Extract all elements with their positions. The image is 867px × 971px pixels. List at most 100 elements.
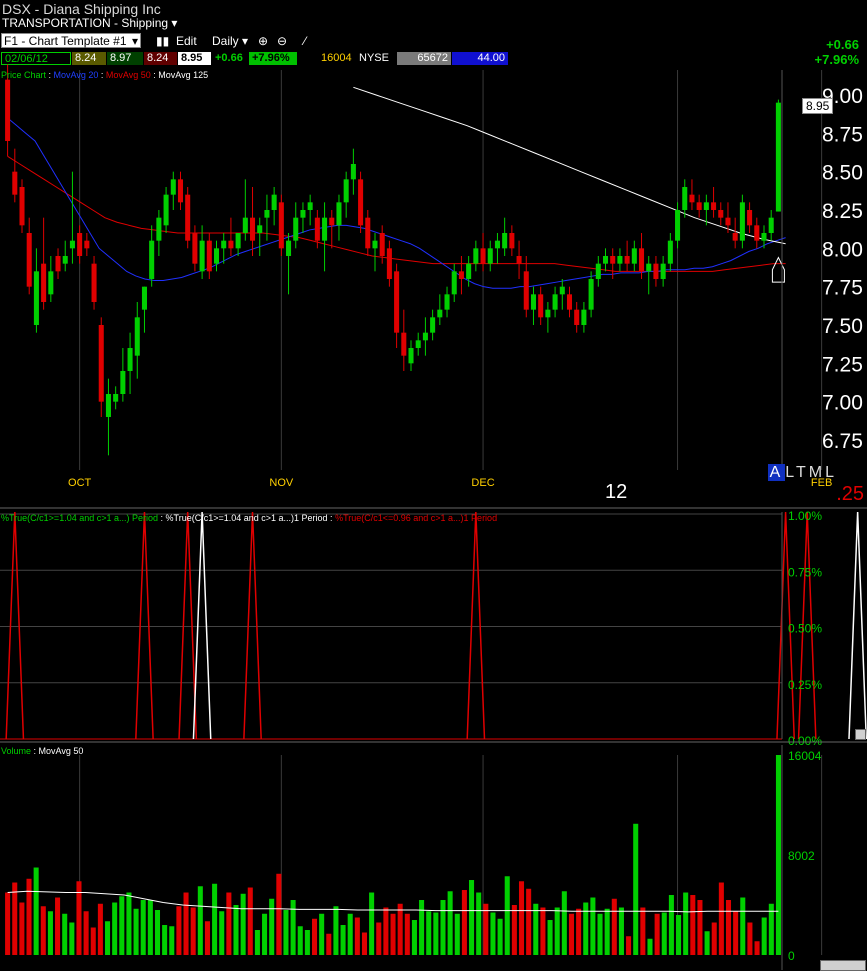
candle-body [494, 240, 500, 249]
volume-bar [97, 903, 103, 955]
candle-body [631, 248, 637, 264]
candle-body [170, 179, 176, 195]
volume-bar [711, 922, 717, 955]
volume-bar [568, 913, 574, 955]
indicator-axis: 1.00% 0.75% 0.50% 0.25% 0.00% [0, 509, 867, 748]
indicator-value: .25 [836, 483, 864, 505]
volume-bar [254, 930, 260, 955]
volume-bar [219, 911, 225, 955]
candle-body [278, 202, 284, 249]
letter-a[interactable]: A [767, 464, 786, 481]
volume-bar [518, 881, 525, 955]
indicator-tick-label: 0.25% [788, 678, 822, 692]
legend-indicator-c: %True(C/c1<=0.96 and c>1 a...)1 Period [335, 513, 498, 523]
letter-t[interactable]: T [796, 464, 809, 481]
price-tick-label: 7.50 [822, 315, 863, 338]
volume-bar [740, 897, 746, 955]
candle-body [358, 179, 364, 226]
candle-body [430, 317, 436, 333]
volume-bar [390, 913, 396, 955]
candle-body [343, 179, 349, 203]
candle-body [559, 286, 565, 295]
volume-bar [62, 913, 68, 955]
candle-body [415, 340, 421, 348]
candle-body [177, 179, 184, 203]
volume-bar [119, 896, 125, 955]
volume-bar [33, 867, 39, 955]
candle-body [113, 394, 119, 402]
candle-body [105, 394, 111, 417]
candle-body [213, 248, 220, 264]
indicator-spike-white [192, 511, 212, 740]
candle-body [422, 332, 428, 341]
candle-body [163, 194, 169, 226]
volume-bar [376, 922, 382, 955]
volume-bar [604, 908, 610, 955]
month-label: DEC [471, 477, 494, 489]
volume-bar [747, 922, 753, 955]
candle-body [675, 210, 681, 241]
month-label: OCT [68, 477, 92, 489]
candle-body [322, 217, 328, 241]
price-axis: 9.008.758.508.258.007.757.507.257.006.75… [0, 70, 867, 509]
candle-body [660, 263, 666, 279]
candle-body [451, 271, 457, 295]
volume-bar [690, 895, 696, 955]
volume-bar [204, 921, 210, 955]
legend-ma50: MovAvg 50 [105, 70, 151, 80]
legend-indicator-a: %True(C/c1>=1.04 and c>1 a...) Period [1, 513, 159, 523]
candle-body [5, 79, 11, 141]
letter-m[interactable]: M [809, 464, 825, 481]
candle-body [711, 202, 717, 210]
letter-l[interactable]: L [785, 464, 796, 481]
price-tick-label: 8.25 [822, 200, 863, 223]
volume-bar [576, 908, 582, 955]
volume-bar [419, 900, 425, 955]
volume-bar [133, 908, 139, 955]
volume-bar [440, 900, 446, 955]
legend-ma125: MovAvg 125 [158, 70, 209, 80]
volume-bar [397, 903, 403, 955]
candle-body [48, 271, 54, 295]
candle-body [192, 233, 198, 264]
volume-bar [319, 913, 325, 955]
volume-bar [511, 905, 517, 955]
indicator-letters[interactable]: A LTML [767, 464, 837, 482]
volume-bar [626, 936, 632, 955]
candle-body [487, 248, 493, 264]
volume-bar [583, 902, 589, 955]
volume-bar [162, 925, 168, 955]
volume-bar [697, 900, 703, 955]
volume-bars [5, 755, 781, 955]
candle-body [199, 240, 205, 272]
volume-bar [668, 895, 674, 955]
volume-bar [369, 892, 375, 955]
volume-bar [183, 892, 189, 955]
indicator-tick-label: 0.75% [788, 565, 822, 579]
candle-body [206, 240, 212, 272]
candle-body [134, 317, 140, 356]
candle-body [379, 233, 385, 256]
candle-body [84, 240, 90, 249]
candle-body [646, 263, 652, 272]
volume-bar [483, 903, 489, 955]
volume-bar [725, 900, 732, 955]
price-tick-label: 7.00 [822, 392, 863, 415]
volume-bar [754, 941, 760, 955]
candle-body [509, 233, 515, 249]
candle-body [581, 309, 587, 325]
year-label: 12 [605, 481, 628, 503]
volume-bar [19, 902, 25, 955]
chart-canvas: 9.008.758.508.258.007.757.507.257.006.75… [0, 64, 867, 970]
volume-bar [304, 930, 310, 955]
legend-price: Price Chart [1, 70, 47, 80]
volume-bar [590, 897, 596, 955]
candle-body [747, 210, 753, 226]
volume-bar [297, 926, 303, 955]
letter-l2[interactable]: L [825, 464, 837, 481]
volume-bar [618, 907, 624, 955]
panel-resize-button[interactable] [855, 729, 866, 740]
indicator-spike [466, 511, 486, 740]
candle-body [545, 309, 551, 318]
scrollbar[interactable] [820, 960, 866, 971]
